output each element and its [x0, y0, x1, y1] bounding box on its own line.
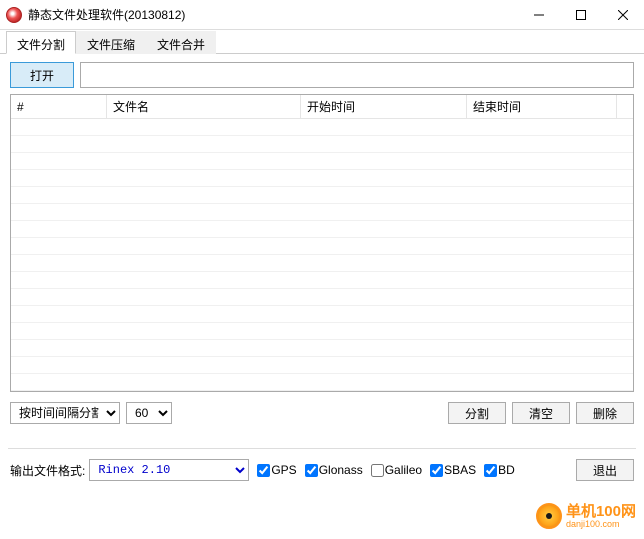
table-row	[11, 357, 633, 374]
col-filename[interactable]: 文件名	[107, 95, 301, 118]
minimize-button[interactable]	[518, 0, 560, 29]
table-row	[11, 221, 633, 238]
sbas-label: SBAS	[444, 463, 476, 477]
table-row	[11, 323, 633, 340]
table-body	[11, 119, 633, 391]
glonass-label: Glonass	[319, 463, 363, 477]
exit-button[interactable]: 退出	[576, 459, 634, 481]
table-row	[11, 289, 633, 306]
galileo-check-input[interactable]	[371, 464, 384, 477]
titlebar: 静态文件处理软件(20130812)	[0, 0, 644, 30]
table-row	[11, 119, 633, 136]
gps-check-input[interactable]	[257, 464, 270, 477]
glonass-checkbox[interactable]: Glonass	[305, 463, 363, 477]
file-path-box	[80, 62, 634, 88]
watermark-brand: 单机100网	[566, 504, 636, 519]
table-row	[11, 170, 633, 187]
table-row	[11, 374, 633, 391]
file-table: # 文件名 开始时间 结束时间	[10, 94, 634, 392]
interval-select[interactable]: 60	[126, 402, 172, 424]
table-row	[11, 340, 633, 357]
delete-button[interactable]: 删除	[576, 402, 634, 424]
tab-split[interactable]: 文件分割	[6, 31, 76, 54]
gps-checkbox[interactable]: GPS	[257, 463, 296, 477]
app-icon	[6, 7, 22, 23]
footer-bar: 输出文件格式: Rinex 2.10 GPS Glonass Galileo S…	[0, 449, 644, 481]
bd-label: BD	[498, 463, 515, 477]
table-row	[11, 255, 633, 272]
sbas-check-input[interactable]	[430, 464, 443, 477]
table-row	[11, 306, 633, 323]
bd-check-input[interactable]	[484, 464, 497, 477]
split-button[interactable]: 分割	[448, 402, 506, 424]
col-index[interactable]: #	[11, 95, 107, 118]
table-row	[11, 153, 633, 170]
clear-button[interactable]: 清空	[512, 402, 570, 424]
window-title: 静态文件处理软件(20130812)	[28, 6, 518, 23]
watermark-url: danji100.com	[566, 519, 636, 529]
main-panel: 打开 # 文件名 开始时间 结束时间	[0, 54, 644, 434]
close-button[interactable]	[602, 0, 644, 29]
galileo-checkbox[interactable]: Galileo	[371, 463, 422, 477]
split-mode-select[interactable]: 按时间间隔分割	[10, 402, 120, 424]
table-header: # 文件名 开始时间 结束时间	[11, 95, 633, 119]
tab-bar: 文件分割 文件压缩 文件合并	[0, 30, 644, 54]
watermark: 单机100网 danji100.com	[536, 503, 636, 529]
bd-checkbox[interactable]: BD	[484, 463, 515, 477]
galileo-label: Galileo	[385, 463, 422, 477]
col-end[interactable]: 结束时间	[467, 95, 617, 118]
table-row	[11, 187, 633, 204]
table-row	[11, 272, 633, 289]
sbas-checkbox[interactable]: SBAS	[430, 463, 476, 477]
gps-label: GPS	[271, 463, 296, 477]
col-start[interactable]: 开始时间	[301, 95, 467, 118]
col-scrollbar-gap	[617, 95, 633, 118]
glonass-check-input[interactable]	[305, 464, 318, 477]
output-format-select[interactable]: Rinex 2.10	[89, 459, 249, 481]
table-row	[11, 204, 633, 221]
table-row	[11, 238, 633, 255]
open-button[interactable]: 打开	[10, 62, 74, 88]
tab-merge[interactable]: 文件合并	[146, 31, 216, 54]
table-row	[11, 136, 633, 153]
watermark-icon	[536, 503, 562, 529]
tab-compress[interactable]: 文件压缩	[76, 31, 146, 54]
format-label: 输出文件格式:	[10, 462, 85, 479]
maximize-button[interactable]	[560, 0, 602, 29]
